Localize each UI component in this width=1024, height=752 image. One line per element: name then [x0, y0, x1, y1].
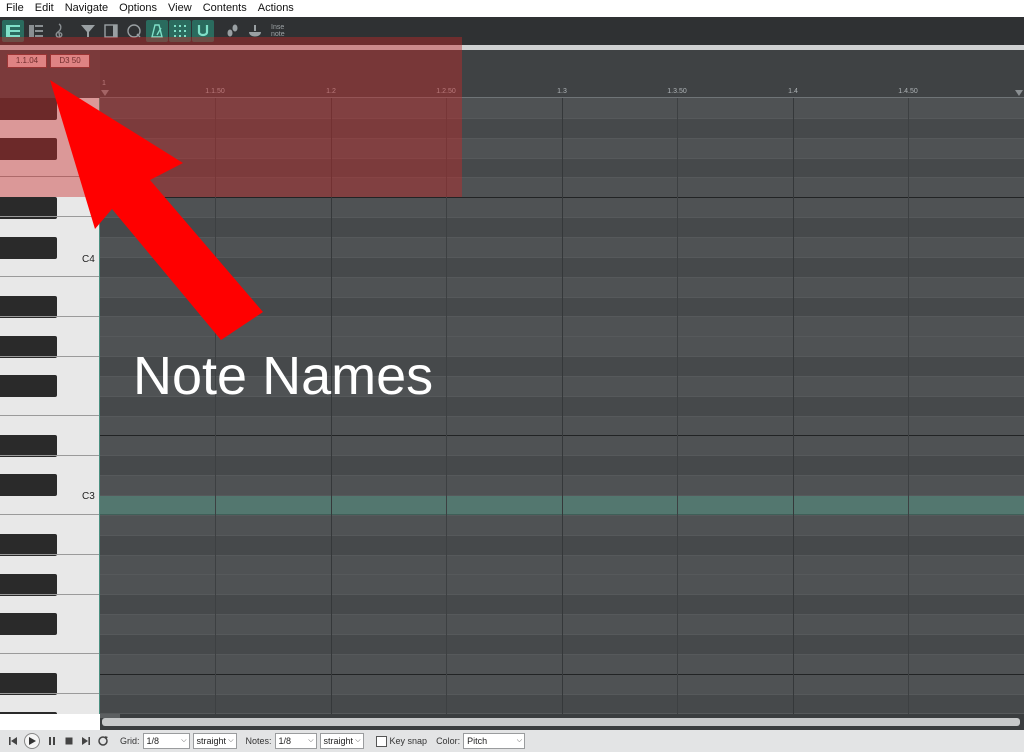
- piano-white-key-divider: [0, 276, 99, 277]
- piano-white-key-divider: [0, 653, 99, 654]
- piano-white-key-divider: [0, 415, 99, 416]
- key-label-c3: C3: [82, 491, 95, 502]
- pause-button[interactable]: [43, 733, 60, 749]
- skip-back-icon: [8, 737, 17, 745]
- menu-options[interactable]: Options: [113, 0, 162, 17]
- piano-white-key-divider: [0, 514, 99, 515]
- notes-mode-select[interactable]: straight ⌵: [319, 733, 364, 749]
- ruler-label: 1.3: [557, 88, 567, 95]
- piano-white-key-divider: [0, 693, 99, 694]
- ruler-label: 1.4: [788, 88, 798, 95]
- piano-black-key[interactable]: [0, 435, 57, 457]
- end-marker-icon: [1015, 90, 1023, 96]
- menu-file[interactable]: File: [0, 0, 29, 17]
- key-label-c4: C4: [82, 254, 95, 265]
- menu-navigate[interactable]: Navigate: [59, 0, 113, 17]
- bottom-bar: Grid: 1/8 ⌵ straight ⌵ Notes: 1/8 ⌵ stra…: [0, 730, 1024, 752]
- go-to-end-button[interactable]: [77, 733, 94, 749]
- notes-mode-value: straight: [323, 736, 354, 746]
- piano-black-key[interactable]: [0, 574, 57, 596]
- color-mode-select[interactable]: Pitch ⌵: [463, 733, 526, 749]
- notes-label: Notes:: [245, 736, 272, 746]
- ruler-label: 1.3.50: [667, 88, 687, 95]
- chevron-down-icon: ⌵: [516, 737, 523, 744]
- piano-black-key[interactable]: [0, 296, 57, 318]
- grid-division-value: 1/8: [146, 736, 160, 746]
- grid-beat-line: [677, 98, 678, 714]
- stop-icon: [65, 737, 72, 745]
- horizontal-scrollbar[interactable]: [100, 714, 1024, 730]
- grid-beat-line: [908, 98, 909, 714]
- play-icon: [29, 737, 36, 745]
- scrollbar-track[interactable]: [102, 718, 1020, 726]
- key-snap-checkbox[interactable]: [375, 735, 387, 747]
- piano-black-key[interactable]: [0, 613, 57, 635]
- grid-division-select[interactable]: 1/8 ⌵: [142, 733, 190, 749]
- grid-mode-select[interactable]: straight ⌵: [192, 733, 237, 749]
- piano-black-key[interactable]: [0, 237, 57, 259]
- stop-button[interactable]: [60, 733, 77, 749]
- piano-black-key[interactable]: [0, 375, 57, 397]
- pause-icon: [48, 737, 55, 745]
- grid-beat-line: [793, 98, 794, 714]
- go-to-start-button[interactable]: [4, 733, 21, 749]
- grid-beat-line: [562, 98, 563, 714]
- notes-division-value: 1/8: [278, 736, 292, 746]
- menu-view[interactable]: View: [162, 0, 197, 17]
- highlight-overlay: [0, 37, 462, 197]
- chevron-down-icon: ⌵: [181, 737, 187, 744]
- menu-bar: File Edit Navigate Options View Contents…: [0, 0, 1024, 17]
- color-label: Color:: [436, 736, 461, 746]
- chevron-down-icon: ⌵: [228, 737, 234, 744]
- grid-label: Grid:: [120, 736, 140, 746]
- color-mode-value: Pitch: [467, 736, 488, 746]
- chevron-down-icon: ⌵: [355, 737, 361, 744]
- menu-contents[interactable]: Contents: [197, 0, 252, 17]
- piano-white-key-divider: [0, 455, 99, 456]
- piano-black-key[interactable]: [0, 673, 57, 695]
- annotation-text: Note Names: [133, 346, 434, 406]
- key-snap-label: Key snap: [389, 736, 428, 746]
- repeat-button[interactable]: [94, 733, 111, 749]
- chevron-down-icon: ⌵: [308, 737, 314, 744]
- insert-note-label: Inse note: [271, 24, 285, 38]
- menu-actions[interactable]: Actions: [252, 0, 299, 17]
- repeat-icon: [97, 736, 108, 746]
- insert-note-label-line1: Inse: [271, 24, 285, 31]
- ruler-label: 1.4.50: [898, 88, 918, 95]
- piano-black-key[interactable]: [0, 474, 57, 496]
- piano-black-key[interactable]: [0, 336, 57, 358]
- piano-white-key-divider: [0, 594, 99, 595]
- piano-black-key[interactable]: [0, 712, 57, 714]
- piano-white-key-divider: [0, 356, 99, 357]
- notes-division-select[interactable]: 1/8 ⌵: [274, 733, 317, 749]
- piano-white-key-divider: [0, 554, 99, 555]
- grid-mode-value: straight: [196, 736, 227, 746]
- piano-black-key[interactable]: [0, 534, 57, 556]
- play-button[interactable]: [24, 733, 40, 749]
- piano-white-key-divider: [0, 216, 99, 217]
- skip-forward-icon: [81, 737, 90, 745]
- piano-white-key-divider: [0, 316, 99, 317]
- menu-edit[interactable]: Edit: [29, 0, 59, 17]
